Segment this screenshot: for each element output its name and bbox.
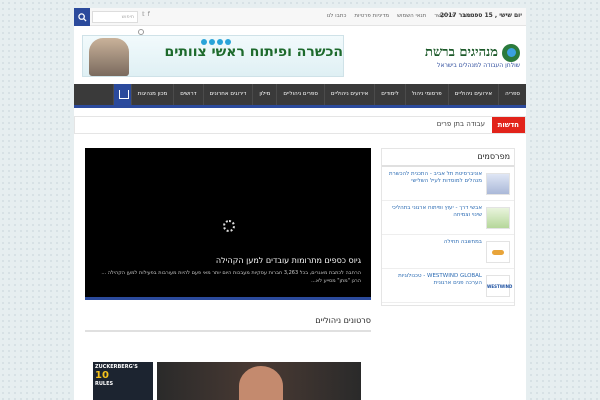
nav-item-studies[interactable]: לימודים — [374, 84, 404, 105]
top-link-write-us[interactable]: כתבו לנו — [327, 13, 347, 19]
video-description: הרחבה לכתבת מאגרים, בכל 3,263 חברות עסקי… — [101, 270, 361, 284]
advertiser-item[interactable]: WESTWIND WESTWIND GLOBAL - טכנולוגיות הע… — [382, 269, 514, 303]
advertiser-item[interactable]: אוניברסיטת תל אביב - התכנית להכשרת מנהלי… — [382, 167, 514, 201]
nav-item-events[interactable]: אירועים ניהוליים — [447, 84, 498, 105]
search-icon — [77, 12, 87, 22]
advertiser-logo — [486, 173, 510, 195]
thumbnail-main-video[interactable] — [157, 362, 361, 400]
social-links: 𝕥 f — [142, 11, 150, 18]
top-link-terms[interactable]: תנאי השמוש — [397, 13, 426, 19]
advertiser-logo: WESTWIND — [486, 275, 512, 297]
advertiser-text[interactable]: WESTWIND GLOBAL - טכנולוגיות הערכה פנים … — [386, 273, 482, 287]
top-bar: חיפוש 𝕥 f פרסום צור קשר תנאי השמוש מדיני… — [74, 8, 526, 26]
logo-mark-icon — [502, 44, 520, 62]
page-container: חיפוש 𝕥 f פרסום צור קשר תנאי השמוש מדיני… — [74, 8, 526, 400]
video-thumbnails: ZUCKERBERG'S 10 RULES — [85, 362, 371, 400]
advertiser-logo — [486, 207, 510, 229]
ticker-label: חדשות — [491, 117, 525, 133]
nav-item-institute[interactable]: מכון מנהיגות — [130, 84, 174, 105]
site-logo[interactable]: מנהיגים ברשת שולחן העבודה למנהלים בישראל — [400, 44, 520, 74]
nav-item-books[interactable]: ספרים ניהוליים — [276, 84, 324, 105]
nav-item-rankings[interactable]: דירוגים אחרונים — [202, 84, 253, 105]
thumbnail-zuckerberg[interactable]: ZUCKERBERG'S 10 RULES — [93, 362, 153, 400]
advertiser-text[interactable]: אוניברסיטת תל אביב - התכנית להכשרת מנהלי… — [386, 171, 482, 185]
news-ticker: חדשות עבודה בתן פרים — [74, 116, 526, 134]
banner-photo — [89, 38, 129, 76]
nav-item-library[interactable]: ספריה — [498, 84, 526, 105]
nav-item-jobs[interactable]: דרושים — [173, 84, 202, 105]
header-banner-ad[interactable]: הכשרה ופיתוח ראשי צוותים — [82, 35, 344, 77]
top-link-privacy[interactable]: מדיניות פרטיות — [354, 13, 389, 19]
twitter-icon[interactable]: 𝕥 — [142, 11, 145, 18]
logo-title: מנהיגים ברשת — [425, 45, 498, 60]
banner-headline: הכשרה ופיתוח ראשי צוותים — [164, 44, 344, 60]
featured-video[interactable]: גיוס כספים מתרומות עובדים למען הקהילה הר… — [85, 148, 371, 300]
advertiser-text[interactable]: במחשבה תחילה — [386, 239, 482, 246]
nav-item-dictionary[interactable]: מילון — [252, 84, 276, 105]
loading-spinner-icon — [223, 220, 235, 232]
home-icon[interactable] — [112, 84, 131, 105]
video-title[interactable]: גיוס כספים מתרומות עובדים למען הקהילה — [91, 256, 361, 265]
sidebar-heading: מפרסמים — [382, 149, 514, 167]
search-button[interactable] — [74, 8, 90, 26]
banner-logo-dots — [201, 39, 231, 45]
advertiser-text[interactable]: אבשי דרך - יעוץ ופיתוח ארגוני בתהליכי שי… — [386, 205, 482, 219]
nav-item-publications[interactable]: פרסומי ניהול — [404, 84, 448, 105]
section-heading-videos: סרטונים ניהוליים — [85, 314, 371, 332]
sidebar-advertisers: מפרסמים אוניברסיטת תל אביב - התכנית להכש… — [381, 148, 515, 306]
advertiser-logo — [486, 241, 510, 263]
nav-item-management-events[interactable]: אירועים ניהוליים — [323, 84, 374, 105]
sidebar-title: מפרסמים — [477, 152, 510, 161]
facebook-icon[interactable]: f — [148, 11, 150, 18]
ticker-headline[interactable]: עבודה בתן פרים — [437, 120, 485, 128]
main-nav: ספריה אירועים ניהוליים פרסומי ניהול לימו… — [74, 84, 526, 108]
section-title: סרטונים ניהוליים — [315, 316, 371, 325]
video-progress-bar[interactable] — [85, 297, 371, 300]
advertiser-item[interactable]: אבשי דרך - יעוץ ופיתוח ארגוני בתהליכי שי… — [382, 201, 514, 235]
advertiser-item[interactable]: במחשבה תחילה — [382, 235, 514, 269]
logo-subtitle: שולחן העבודה למנהלים בישראל — [437, 62, 520, 69]
current-date: יום שישי , 15 ספטמבר 2017 — [439, 12, 522, 19]
search-input[interactable]: חיפוש — [92, 11, 138, 23]
